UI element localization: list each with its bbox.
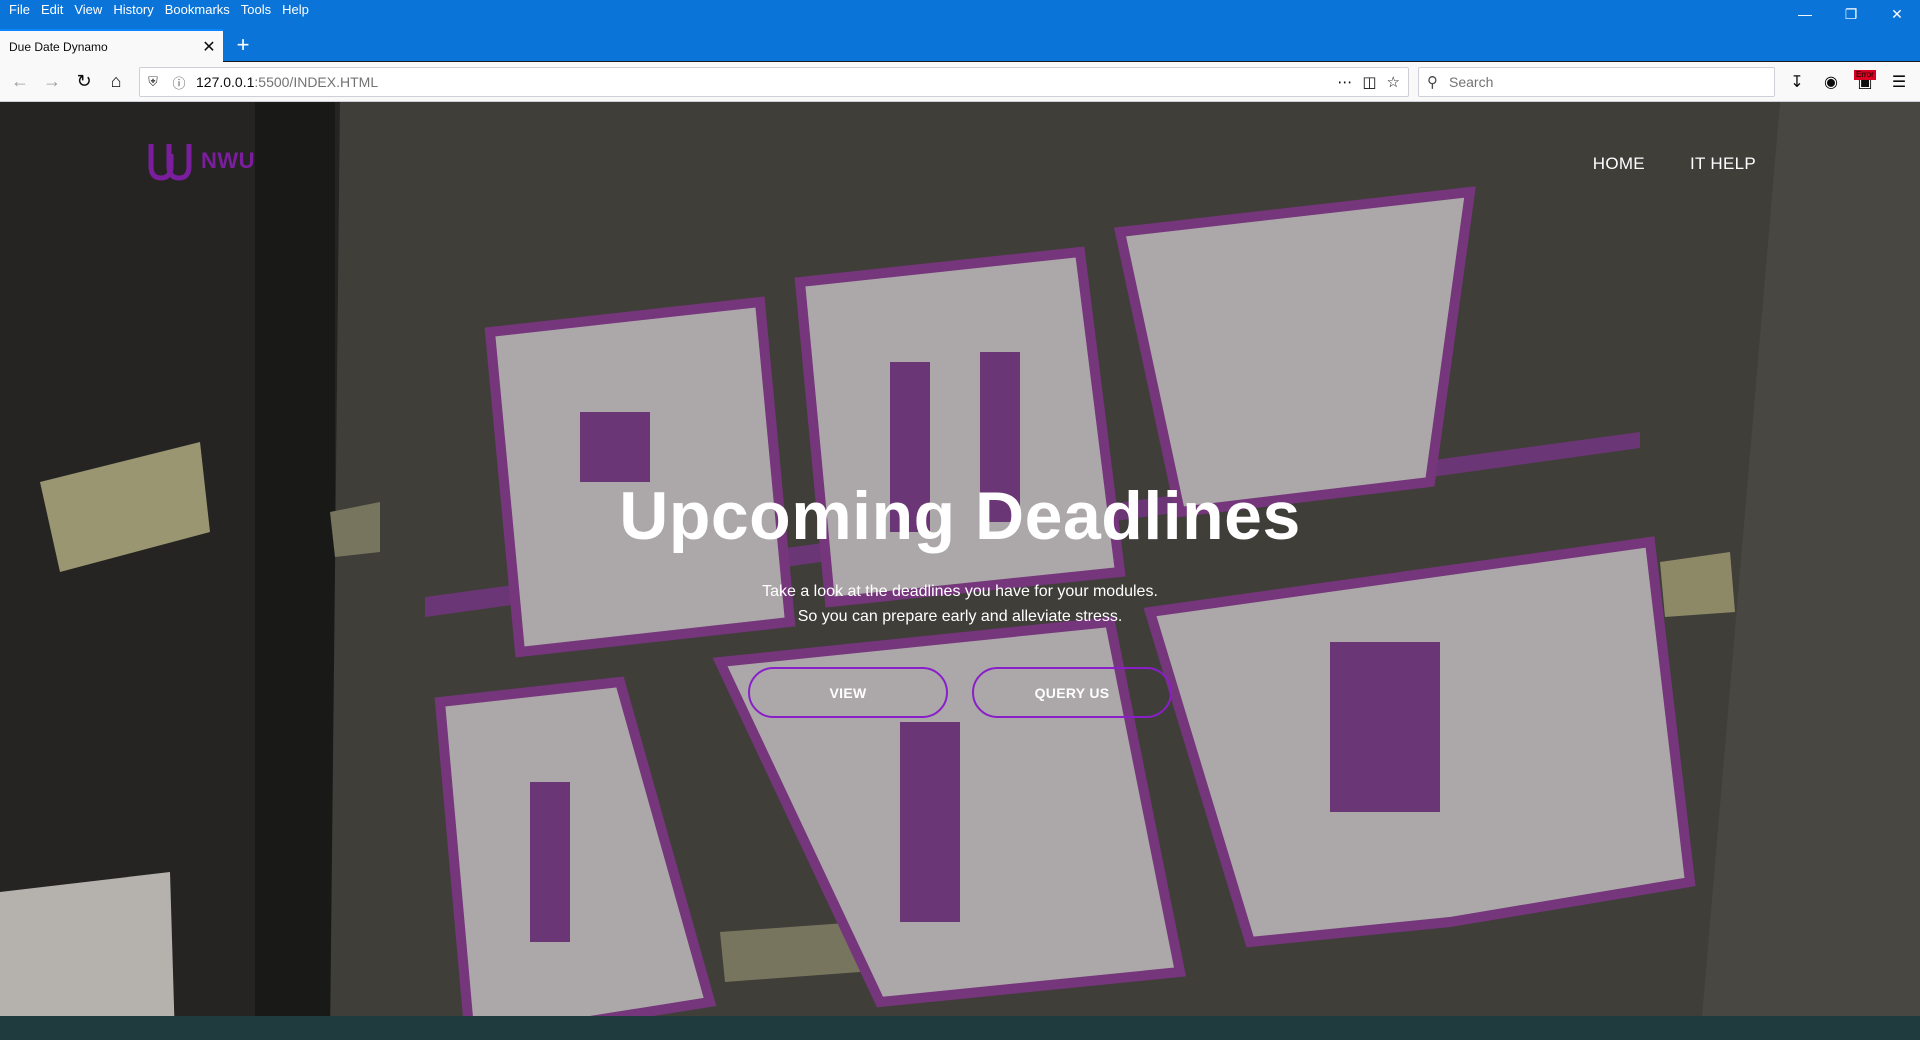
- nav-it-help[interactable]: IT HELP: [1690, 154, 1756, 174]
- url-text[interactable]: 127.0.0.1:5500/INDEX.HTML: [192, 74, 1337, 90]
- pocket-icon[interactable]: ◫: [1362, 73, 1376, 91]
- nwu-logo-icon: [148, 144, 192, 181]
- tab-close-icon[interactable]: ✕: [195, 37, 223, 57]
- info-icon[interactable]: ⓘ: [166, 73, 192, 92]
- downloads-icon[interactable]: ↧: [1782, 66, 1812, 98]
- url-host: 127.0.0.1: [196, 74, 255, 90]
- tab-title: Due Date Dynamo: [9, 39, 108, 54]
- menu-tools[interactable]: Tools: [236, 0, 277, 20]
- search-icon: ⚲: [1427, 74, 1438, 91]
- hero-subtitle-line-1: Take a look at the deadlines you have fo…: [762, 583, 1158, 600]
- hero-subtitle-line-2: So you can prepare early and alleviate s…: [797, 608, 1123, 625]
- back-icon[interactable]: ←: [4, 66, 36, 98]
- menu-bookmarks[interactable]: Bookmarks: [160, 0, 236, 20]
- minimize-icon[interactable]: —: [1782, 0, 1828, 28]
- site-logo[interactable]: NWU: [145, 138, 255, 184]
- url-path: :5500/INDEX.HTML: [254, 74, 379, 90]
- reload-icon[interactable]: ↻: [68, 66, 100, 98]
- page-content: NWU HOME IT HELP Upcoming Deadlines Take…: [0, 102, 1920, 1040]
- restore-icon[interactable]: ❐: [1828, 0, 1874, 28]
- menu-view[interactable]: View: [69, 0, 108, 20]
- nav-home[interactable]: HOME: [1593, 154, 1645, 174]
- page-actions-icon[interactable]: ⋯: [1337, 73, 1352, 91]
- extension-icon[interactable]: ▣ Error: [1850, 66, 1880, 98]
- hamburger-menu-icon[interactable]: ☰: [1884, 66, 1914, 98]
- logo-text: NWU: [201, 148, 256, 173]
- hero-section: Upcoming Deadlines Take a look at the de…: [0, 477, 1920, 718]
- next-section-edge: [0, 1016, 1920, 1040]
- bookmark-star-icon[interactable]: ☆: [1387, 73, 1400, 91]
- new-tab-icon[interactable]: +: [229, 31, 257, 59]
- hero-buttons: VIEW QUERY US: [0, 667, 1920, 718]
- error-badge: Error: [1854, 70, 1876, 80]
- menu-file[interactable]: File: [4, 0, 36, 20]
- window-controls: — ❐ ✕: [1782, 0, 1920, 28]
- home-icon[interactable]: ⌂: [100, 66, 132, 98]
- toolbar-right: ↧ ◉ ▣ Error ☰: [1782, 66, 1914, 98]
- account-icon[interactable]: ◉: [1816, 66, 1846, 98]
- view-button[interactable]: VIEW: [748, 667, 948, 718]
- site-navigation: HOME IT HELP: [1593, 154, 1756, 174]
- menu-edit[interactable]: Edit: [36, 0, 69, 20]
- menu-bar: File Edit View History Bookmarks Tools H…: [0, 0, 315, 20]
- close-window-icon[interactable]: ✕: [1874, 0, 1920, 28]
- forward-icon[interactable]: →: [36, 66, 68, 98]
- hero-subtitle: Take a look at the deadlines you have fo…: [0, 579, 1920, 629]
- hero-title: Upcoming Deadlines: [619, 478, 1301, 554]
- search-input[interactable]: [1449, 74, 1749, 90]
- shield-icon[interactable]: ⛨: [140, 74, 166, 90]
- menu-history[interactable]: History: [108, 0, 159, 20]
- menu-help[interactable]: Help: [277, 0, 315, 20]
- url-bar[interactable]: ⛨ ⓘ 127.0.0.1:5500/INDEX.HTML ⋯ ◫ ☆: [139, 67, 1409, 97]
- search-bar[interactable]: ⚲: [1418, 67, 1775, 97]
- browser-titlebar: File Edit View History Bookmarks Tools H…: [0, 0, 1920, 62]
- query-us-button[interactable]: QUERY US: [972, 667, 1172, 718]
- browser-navbar: ← → ↻ ⌂ ⛨ ⓘ 127.0.0.1:5500/INDEX.HTML ⋯ …: [0, 62, 1920, 102]
- browser-tab[interactable]: Due Date Dynamo ✕: [0, 29, 223, 62]
